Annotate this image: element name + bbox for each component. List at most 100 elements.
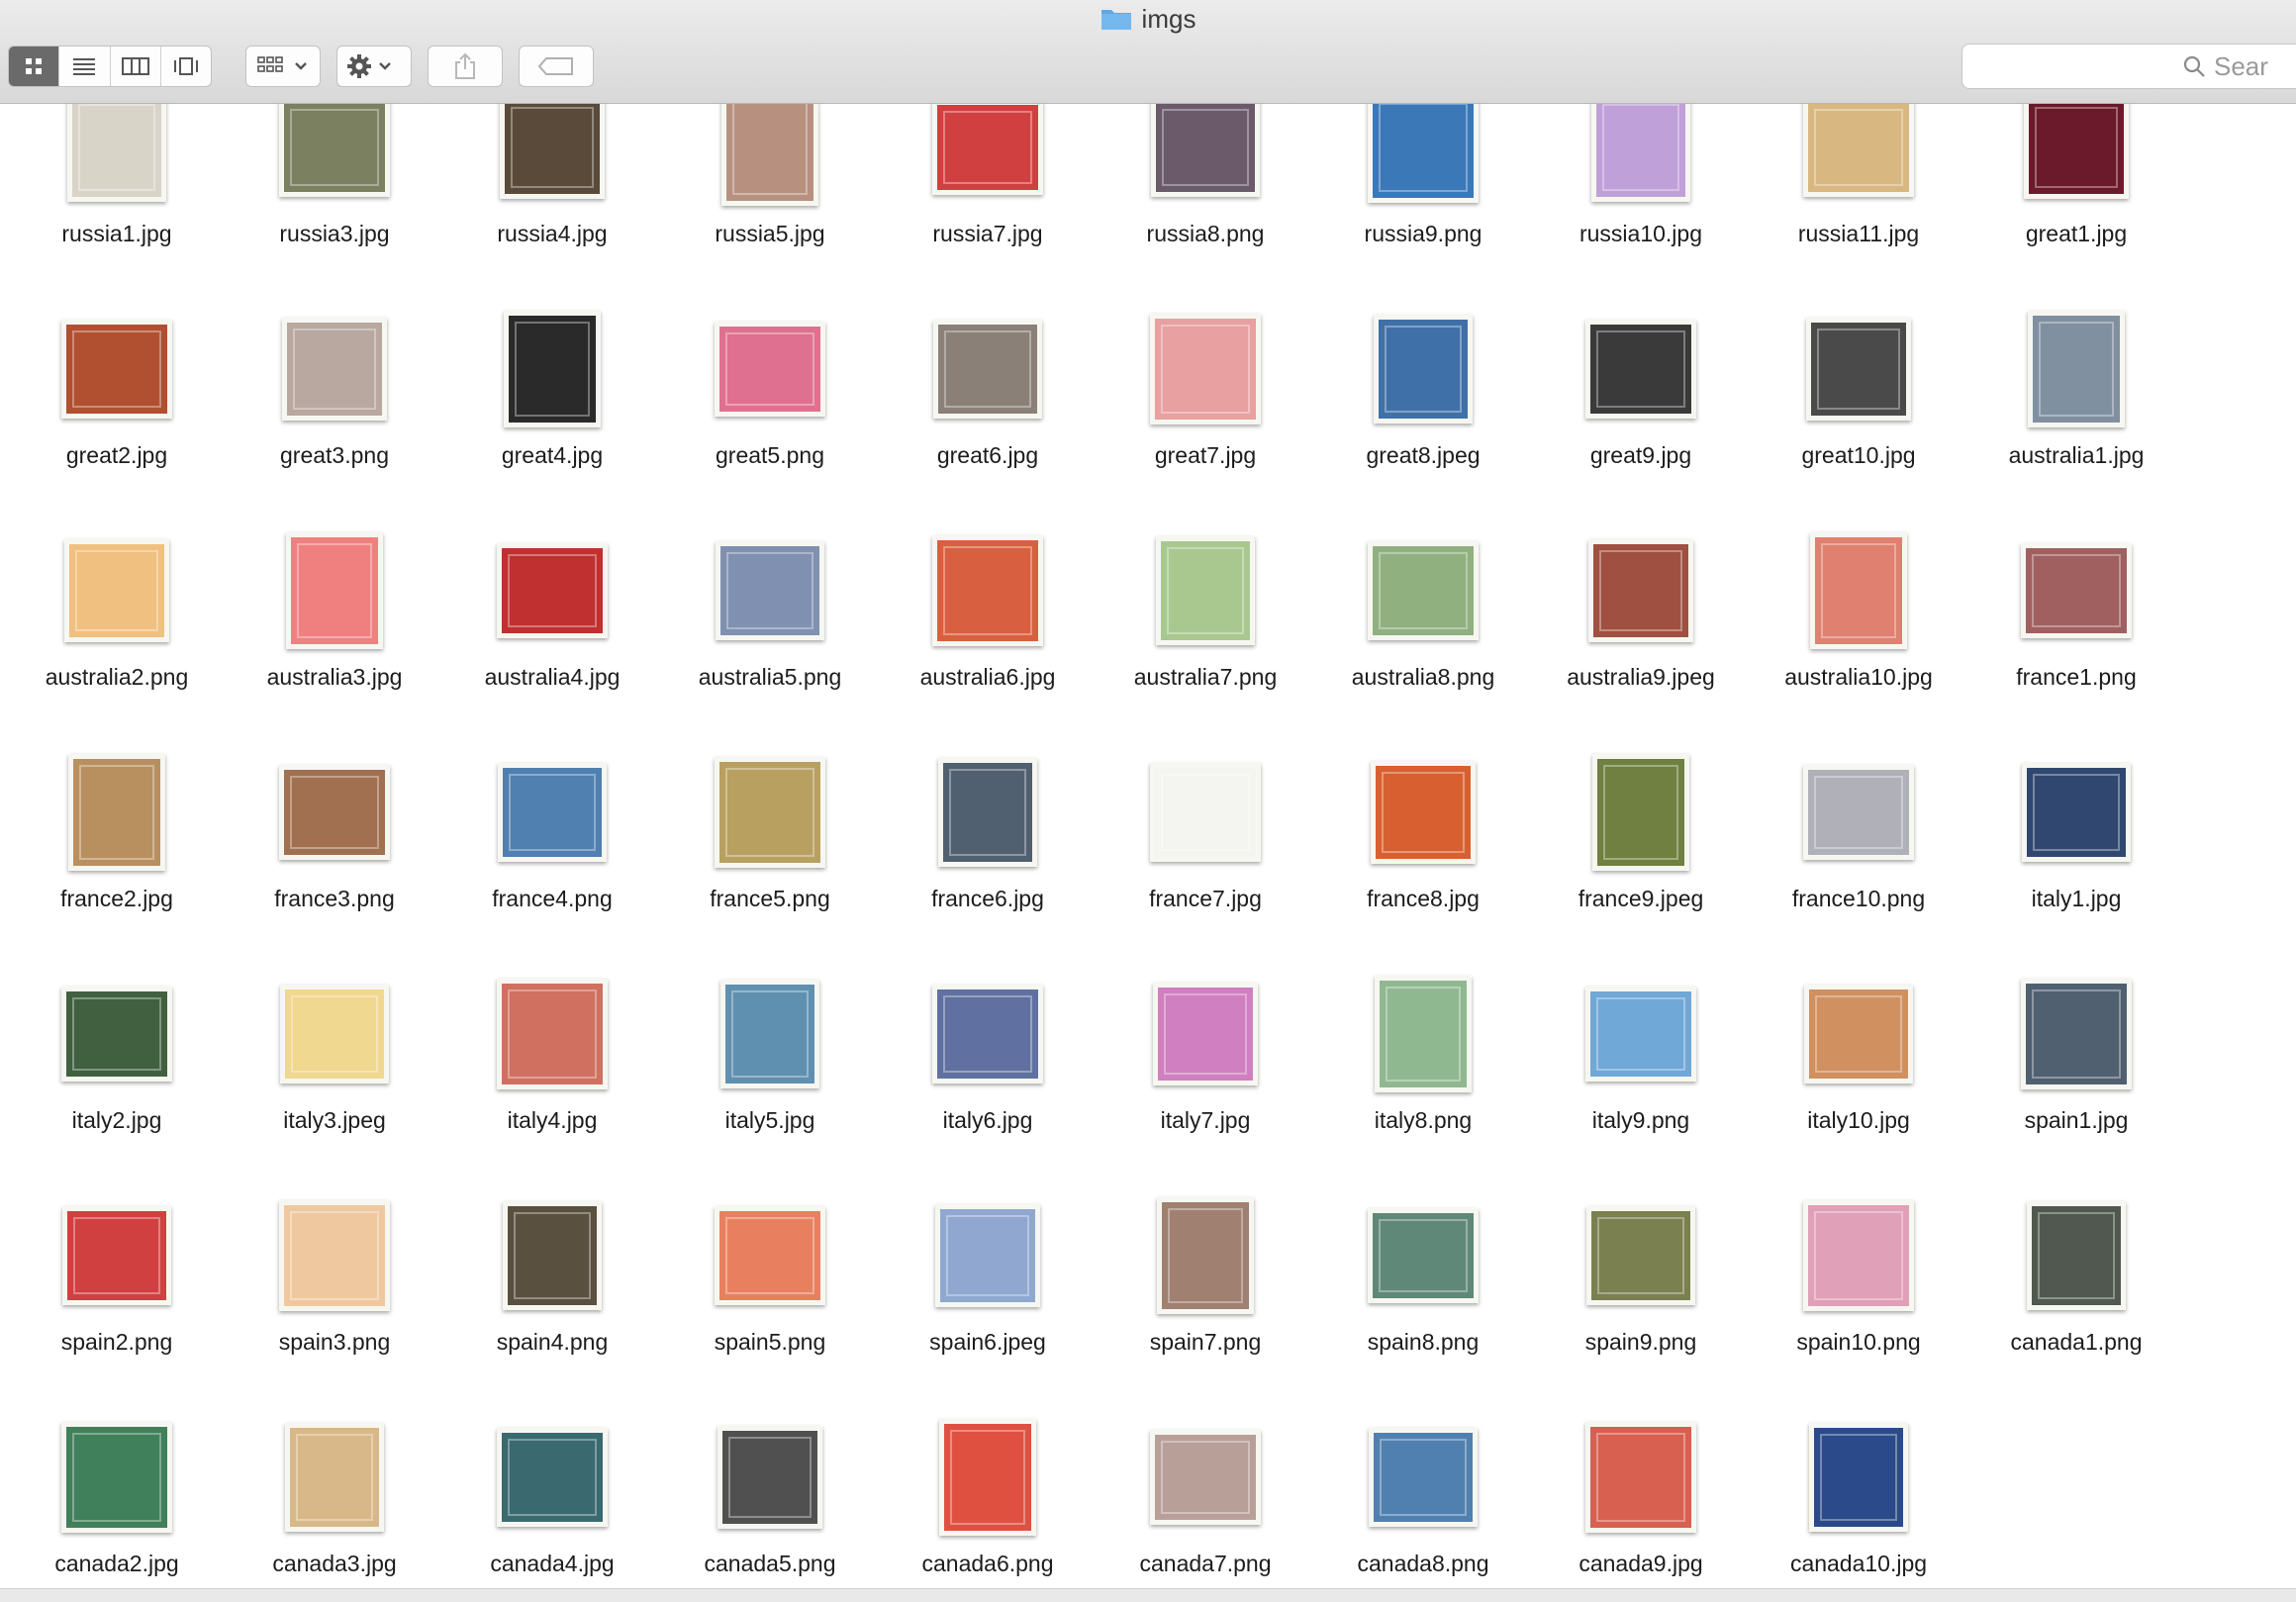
file-item[interactable]: spain6.jpeg <box>879 1157 1097 1378</box>
file-item[interactable]: great6.jpg <box>879 270 1097 492</box>
file-item[interactable]: spain3.png <box>226 1157 443 1378</box>
file-item[interactable]: italy9.png <box>1532 935 1750 1157</box>
stamp-thumbnail <box>715 1206 825 1305</box>
stamp-thumbnail <box>62 1206 171 1305</box>
file-item[interactable]: spain4.png <box>443 1157 661 1378</box>
file-name: russia7.jpg <box>932 221 1043 246</box>
stamp-thumbnail <box>1804 985 1913 1084</box>
file-item[interactable]: canada1.png <box>1967 1157 2185 1378</box>
file-item[interactable]: canada7.png <box>1097 1378 1314 1588</box>
file-item[interactable]: russia5.jpg <box>661 104 879 270</box>
file-item[interactable]: spain2.png <box>8 1157 226 1378</box>
file-item[interactable]: italy8.png <box>1314 935 1532 1157</box>
file-item[interactable]: great9.jpg <box>1532 270 1750 492</box>
file-item[interactable]: russia3.jpg <box>226 104 443 270</box>
file-item[interactable]: great5.png <box>661 270 879 492</box>
file-item[interactable]: france5.png <box>661 713 879 935</box>
file-item[interactable]: italy4.jpg <box>443 935 661 1157</box>
stamp-thumbnail <box>1368 541 1479 640</box>
file-item[interactable]: great2.jpg <box>8 270 226 492</box>
file-item[interactable]: france7.jpg <box>1097 713 1314 935</box>
file-item[interactable]: australia10.jpg <box>1750 492 1967 713</box>
list-view-icon[interactable] <box>59 47 111 86</box>
file-item[interactable]: australia7.png <box>1097 492 1314 713</box>
file-item[interactable]: canada6.png <box>879 1378 1097 1588</box>
file-item[interactable]: russia10.jpg <box>1532 104 1750 270</box>
file-item[interactable]: canada9.jpg <box>1532 1378 1750 1588</box>
arrange-button[interactable] <box>245 46 321 87</box>
stamp-thumbnail <box>279 104 390 197</box>
search-field[interactable]: Sear <box>1961 44 2296 89</box>
view-mode-control[interactable] <box>8 46 212 87</box>
file-name: spain5.png <box>714 1329 826 1355</box>
file-item[interactable]: australia9.jpeg <box>1532 492 1750 713</box>
file-item[interactable]: great4.jpg <box>443 270 661 492</box>
file-item[interactable]: spain9.png <box>1532 1157 1750 1378</box>
file-item[interactable]: australia3.jpg <box>226 492 443 713</box>
file-item[interactable]: spain5.png <box>661 1157 879 1378</box>
stamp-thumbnail <box>279 1200 390 1311</box>
file-item[interactable]: canada10.jpg <box>1750 1378 1967 1588</box>
tag-button[interactable] <box>519 46 594 87</box>
cover-flow-icon[interactable] <box>161 47 211 86</box>
file-item[interactable]: great1.jpg <box>1967 104 2185 270</box>
stamp-thumbnail <box>2022 763 2131 862</box>
file-item[interactable]: france9.jpeg <box>1532 713 1750 935</box>
file-item[interactable]: france10.png <box>1750 713 1967 935</box>
file-item[interactable]: spain8.png <box>1314 1157 1532 1378</box>
file-name: france4.png <box>492 886 613 911</box>
file-name: australia5.png <box>698 664 842 690</box>
file-item[interactable]: russia8.png <box>1097 104 1314 270</box>
file-item[interactable]: australia8.png <box>1314 492 1532 713</box>
tag-icon <box>537 57 573 75</box>
file-item[interactable]: france6.jpg <box>879 713 1097 935</box>
file-item[interactable]: france1.png <box>1967 492 2185 713</box>
file-item[interactable]: italy6.jpg <box>879 935 1097 1157</box>
file-item[interactable]: canada4.jpg <box>443 1378 661 1588</box>
stamp-thumbnail <box>1803 1200 1914 1311</box>
share-button[interactable] <box>428 46 503 87</box>
file-item[interactable]: australia1.jpg <box>1967 270 2185 492</box>
file-item[interactable]: italy5.jpg <box>661 935 879 1157</box>
file-item[interactable]: italy3.jpeg <box>226 935 443 1157</box>
file-item[interactable]: italy2.jpg <box>8 935 226 1157</box>
file-grid: russia1.jpg russia3.jpg russia4.jpg russia5… <box>0 104 2296 1588</box>
window-title: imgs <box>0 0 2296 38</box>
file-name: italy7.jpg <box>1160 1107 1251 1133</box>
file-item[interactable]: france4.png <box>443 713 661 935</box>
file-item[interactable]: italy7.jpg <box>1097 935 1314 1157</box>
file-item[interactable]: italy1.jpg <box>1967 713 2185 935</box>
stamp-thumbnail <box>1806 318 1911 421</box>
file-item[interactable]: italy10.jpg <box>1750 935 1967 1157</box>
file-item[interactable]: russia9.png <box>1314 104 1532 270</box>
file-item[interactable]: australia6.jpg <box>879 492 1097 713</box>
icon-view-icon[interactable] <box>9 47 60 86</box>
stamp-thumbnail <box>1368 104 1479 203</box>
file-item[interactable]: russia11.jpg <box>1750 104 1967 270</box>
stamp-thumbnail <box>1156 536 1255 645</box>
file-item[interactable]: canada2.jpg <box>8 1378 226 1588</box>
file-item[interactable]: russia1.jpg <box>8 104 226 270</box>
file-item[interactable]: spain1.jpg <box>1967 935 2185 1157</box>
file-item[interactable]: australia4.jpg <box>443 492 661 713</box>
column-view-icon[interactable] <box>111 47 161 86</box>
file-item[interactable]: russia4.jpg <box>443 104 661 270</box>
file-item[interactable]: australia5.png <box>661 492 879 713</box>
file-item[interactable]: spain7.png <box>1097 1157 1314 1378</box>
action-button[interactable] <box>336 46 412 87</box>
file-item[interactable]: great8.jpeg <box>1314 270 1532 492</box>
file-item[interactable]: spain10.png <box>1750 1157 1967 1378</box>
file-item[interactable]: canada3.jpg <box>226 1378 443 1588</box>
file-item[interactable]: great7.jpg <box>1097 270 1314 492</box>
finder-toolbar: imgs Sear <box>0 0 2296 104</box>
file-item[interactable]: canada8.png <box>1314 1378 1532 1588</box>
file-item[interactable]: russia7.jpg <box>879 104 1097 270</box>
file-item[interactable]: great10.jpg <box>1750 270 1967 492</box>
file-item[interactable]: australia2.png <box>8 492 226 713</box>
file-item[interactable]: france3.png <box>226 713 443 935</box>
file-item[interactable]: canada5.png <box>661 1378 879 1588</box>
stamp-thumbnail <box>1588 539 1693 642</box>
file-item[interactable]: france8.jpg <box>1314 713 1532 935</box>
file-item[interactable]: france2.jpg <box>8 713 226 935</box>
file-item[interactable]: great3.png <box>226 270 443 492</box>
